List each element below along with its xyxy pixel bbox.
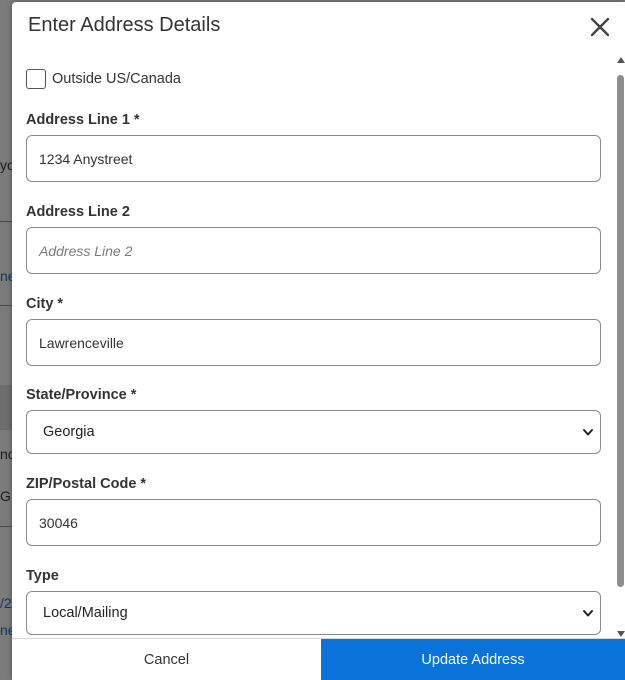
background-divider xyxy=(0,221,12,222)
modal-title: Enter Address Details xyxy=(28,14,221,36)
scroll-down-arrow-icon[interactable] xyxy=(617,631,625,637)
modal-footer: Cancel Update Address xyxy=(12,638,625,680)
cancel-button[interactable]: Cancel xyxy=(12,639,321,680)
type-label: Type xyxy=(26,568,59,584)
chevron-down-icon xyxy=(583,610,593,617)
zip-postal-code-input[interactable]: 30046 xyxy=(26,499,601,546)
type-select[interactable]: Local/Mailing xyxy=(26,591,601,635)
outside-us-canada-label: Outside US/Canada xyxy=(52,71,181,87)
address-modal: Enter Address Details Outside US/Canada … xyxy=(12,2,625,680)
state-province-select[interactable]: Georgia xyxy=(26,410,601,454)
state-province-label: State/Province * xyxy=(26,387,137,403)
outside-us-canada-checkbox[interactable] xyxy=(26,69,46,89)
outside-us-canada-row[interactable]: Outside US/Canada xyxy=(26,68,181,90)
background-divider xyxy=(0,305,12,306)
address-line-2-input[interactable]: Address Line 2 xyxy=(26,227,601,274)
address-line-2-label: Address Line 2 xyxy=(26,204,130,220)
city-label: City * xyxy=(26,296,64,312)
background-shade xyxy=(0,385,12,430)
scroll-up-arrow-icon[interactable] xyxy=(617,57,625,63)
address-line-1-label: Address Line 1 * xyxy=(26,112,140,128)
background-divider xyxy=(0,526,12,527)
modal-scrollbar[interactable] xyxy=(615,57,625,637)
update-address-button[interactable]: Update Address xyxy=(321,639,625,680)
state-province-value: Georgia xyxy=(43,424,95,440)
chevron-down-icon xyxy=(583,429,593,436)
address-line-1-input[interactable]: 1234 Anystreet xyxy=(26,135,601,182)
close-icon xyxy=(590,17,610,37)
type-value: Local/Mailing xyxy=(43,605,128,621)
city-input[interactable]: Lawrenceville xyxy=(26,319,601,366)
zip-postal-code-label: ZIP/Postal Code * xyxy=(26,476,147,492)
scroll-thumb[interactable] xyxy=(617,75,624,587)
close-button[interactable] xyxy=(587,14,613,40)
